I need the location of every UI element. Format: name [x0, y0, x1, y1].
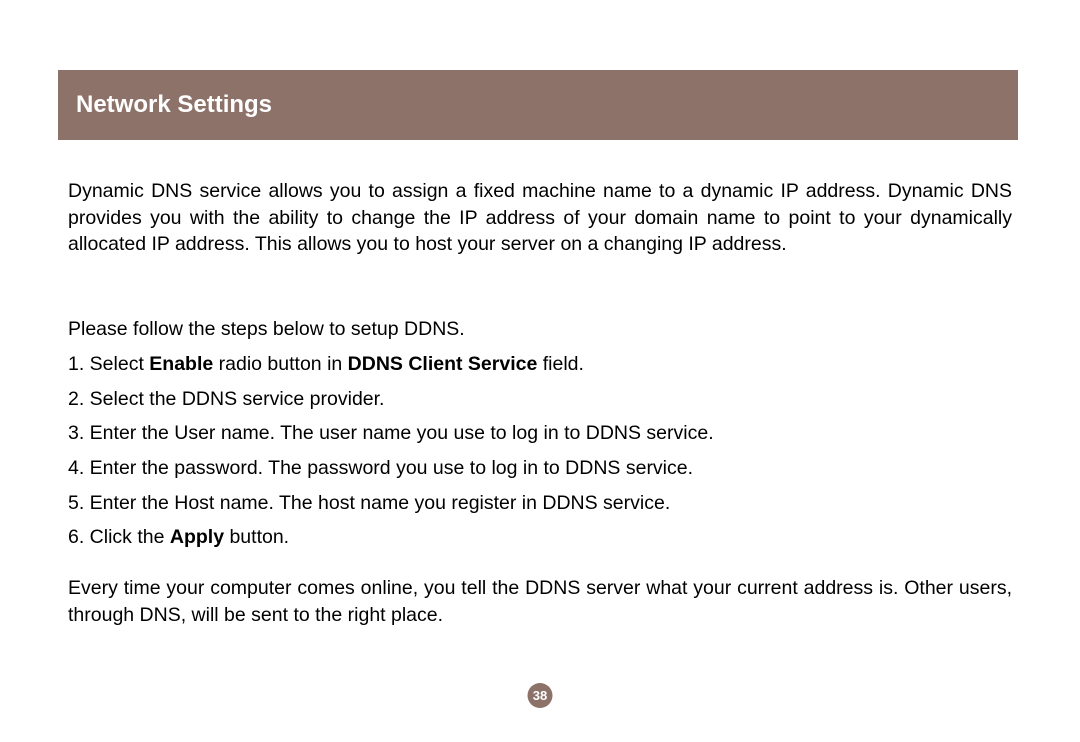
content-area: Dynamic DNS service allows you to assign…	[68, 178, 1012, 628]
step-1-prefix: 1. Select	[68, 353, 149, 375]
page-number: 38	[533, 688, 547, 703]
step-1: 1. Select Enable radio button in DDNS Cl…	[68, 351, 1012, 378]
step-1-bold-enable: Enable	[149, 353, 213, 375]
step-6: 6. Click the Apply button.	[68, 524, 1012, 551]
step-5: 5. Enter the Host name. The host name yo…	[68, 490, 1012, 517]
step-3: 3. Enter the User name. The user name yo…	[68, 420, 1012, 447]
step-2: 2. Select the DDNS service provider.	[68, 386, 1012, 413]
step-6-prefix: 6. Click the	[68, 526, 170, 548]
step-6-bold-apply: Apply	[170, 526, 224, 548]
step-1-bold-ddns-client-service: DDNS Client Service	[348, 353, 538, 375]
step-1-mid: radio button in	[213, 353, 347, 375]
section-header-bar: Network Settings	[58, 70, 1018, 140]
section-title: Network Settings	[76, 91, 272, 119]
closing-paragraph: Every time your computer comes online, y…	[68, 575, 1012, 628]
intro-paragraph: Dynamic DNS service allows you to assign…	[68, 178, 1012, 258]
page-number-badge: 38	[528, 683, 553, 708]
step-6-suffix: button.	[224, 526, 289, 548]
step-1-suffix: field.	[537, 353, 584, 375]
instructions-lead: Please follow the steps below to setup D…	[68, 316, 1012, 343]
step-4: 4. Enter the password. The password you …	[68, 455, 1012, 482]
